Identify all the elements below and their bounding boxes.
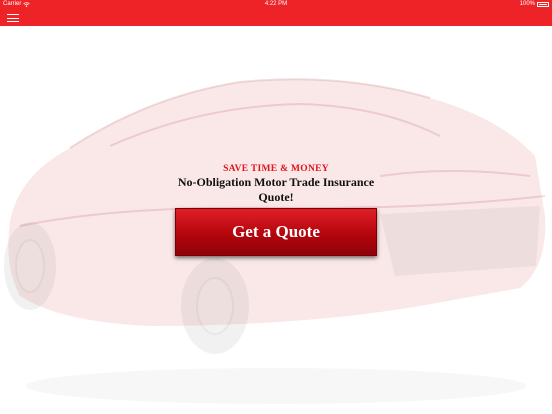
battery-indicator: 100% [520,1,549,7]
status-time: 4:22 PM [264,1,288,7]
navigation-bar [0,10,552,26]
battery-percent: 100% [519,1,535,7]
battery-icon [537,1,549,7]
headline: No-Obligation Motor Trade Insurance Quot… [177,175,375,204]
tagline: SAVE TIME & MONEY [223,164,329,174]
get-a-quote-button[interactable]: Get a Quote [175,208,377,256]
hamburger-menu-icon[interactable] [6,12,20,24]
status-bar: Carrier 4:22 PM 100% [0,0,552,10]
